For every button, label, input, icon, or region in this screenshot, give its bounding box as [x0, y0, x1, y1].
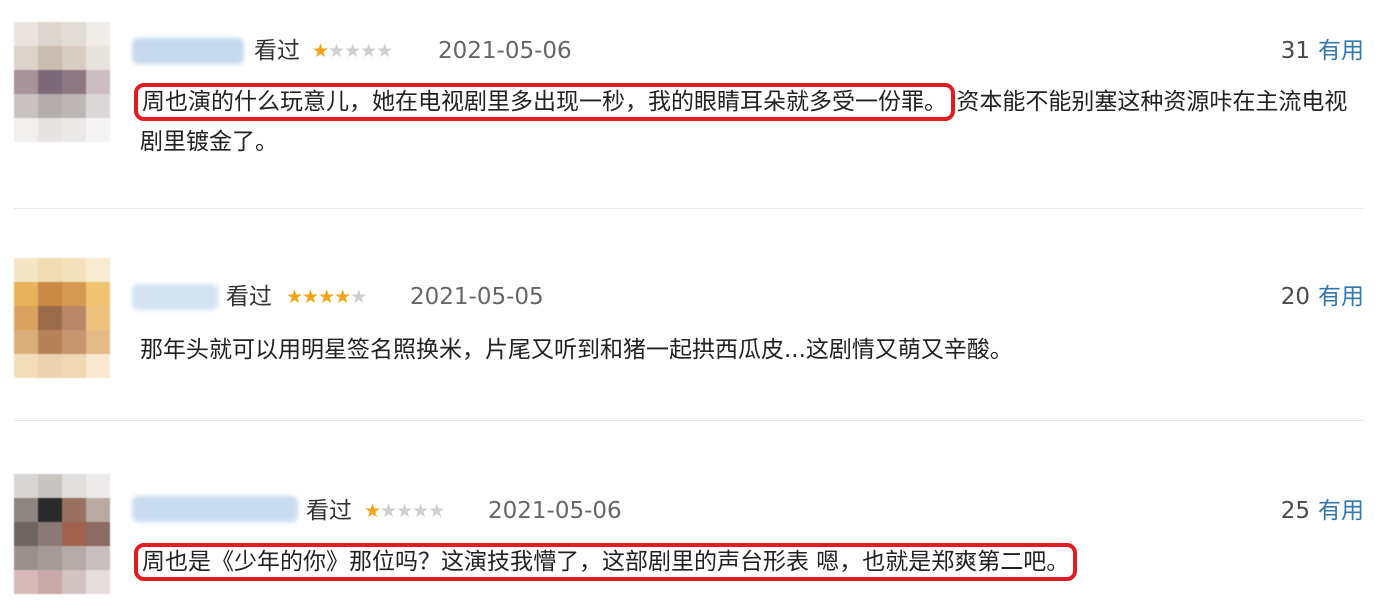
- vote-count: 25: [1280, 498, 1310, 524]
- vote-area: 20 有用: [1281, 282, 1364, 312]
- highlighted-quote: 周也演的什么玩意儿，她在电视剧里多出现一秒，我的眼睛耳朵就多受一份罪。: [134, 83, 955, 121]
- watch-status: 看过: [254, 38, 300, 64]
- username[interactable]: [132, 38, 244, 64]
- rating-stars: ★★★★★: [312, 36, 393, 66]
- username[interactable]: [132, 284, 218, 310]
- divider: [14, 208, 1364, 209]
- avatar[interactable]: [14, 474, 110, 594]
- username[interactable]: [132, 496, 298, 522]
- comment-text: 周也是《少年的你》那位吗？这演技我懵了，这部剧里的声台形表 嗯，也就是郑爽第二吧…: [133, 542, 1370, 582]
- star-icon: ★: [328, 40, 345, 62]
- watch-status: 看过: [306, 498, 352, 524]
- star-icon: ★: [302, 286, 319, 308]
- star-icon: ★: [380, 500, 397, 522]
- rating-stars: ★★★★★: [286, 282, 367, 312]
- useful-button[interactable]: 有用: [1318, 284, 1364, 310]
- comment-text: 周也演的什么玩意儿，她在电视剧里多出现一秒，我的眼睛耳朵就多受一份罪。 资本能不…: [134, 82, 1370, 162]
- star-icon: ★: [312, 40, 329, 62]
- review-date: 2021-05-06: [438, 38, 572, 64]
- rating-stars: ★★★★★: [364, 496, 445, 526]
- highlighted-quote: 周也是《少年的你》那位吗？这演技我懵了，这部剧里的声台形表 嗯，也就是郑爽第二吧…: [133, 543, 1078, 581]
- star-icon: ★: [396, 500, 413, 522]
- star-icon: ★: [412, 500, 429, 522]
- watch-status: 看过: [226, 284, 272, 310]
- divider: [14, 420, 1364, 421]
- useful-button[interactable]: 有用: [1318, 38, 1364, 64]
- star-icon: ★: [376, 40, 393, 62]
- vote-count: 20: [1280, 284, 1310, 310]
- star-icon: ★: [286, 286, 303, 308]
- review-date: 2021-05-06: [488, 498, 622, 524]
- vote-area: 31 有用: [1281, 36, 1364, 66]
- avatar[interactable]: [14, 22, 110, 142]
- comment-text: 那年头就可以用明星签名照换米，片尾又听到和猪一起拱西瓜皮...这剧情又萌又辛酸。: [140, 330, 1370, 370]
- star-icon: ★: [350, 286, 367, 308]
- star-icon: ★: [364, 500, 381, 522]
- star-icon: ★: [428, 500, 445, 522]
- vote-area: 25 有用: [1281, 496, 1364, 526]
- star-icon: ★: [318, 286, 335, 308]
- star-icon: ★: [334, 286, 351, 308]
- star-icon: ★: [344, 40, 361, 62]
- star-icon: ★: [360, 40, 377, 62]
- avatar[interactable]: [14, 258, 110, 378]
- review-date: 2021-05-05: [410, 284, 544, 310]
- vote-count: 31: [1280, 38, 1310, 64]
- comment-rest: 那年头就可以用明星签名照换米，片尾又听到和猪一起拱西瓜皮...这剧情又萌又辛酸。: [140, 337, 1013, 363]
- useful-button[interactable]: 有用: [1318, 498, 1364, 524]
